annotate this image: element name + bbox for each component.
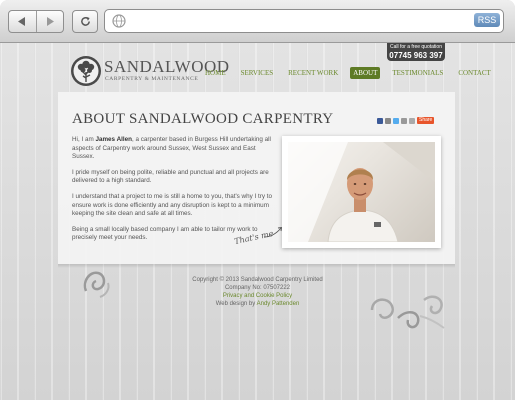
- intro-text: Hi, I am: [72, 136, 96, 143]
- twitter-icon[interactable]: [393, 117, 399, 124]
- company-number: Company No: 07507222: [224, 285, 291, 291]
- nav-recent-work[interactable]: RECENT WORK: [285, 67, 341, 79]
- main-nav: HOME SERVICES RECENT WORK ABOUT TESTIMON…: [202, 67, 503, 79]
- call-box[interactable]: Call for a free quotation 07745 963 397: [387, 43, 445, 61]
- forward-button[interactable]: [35, 11, 64, 32]
- nav-services[interactable]: SERVICES: [238, 67, 277, 79]
- copyright-text: Copyright © 2013 Sandalwood Carpentry Li…: [192, 277, 323, 283]
- print-icon[interactable]: [401, 117, 407, 124]
- browser-window: RSS Call for a free quotation 07745 963 …: [0, 0, 515, 400]
- reload-icon: [80, 16, 90, 26]
- paragraph-efficiency: I understand that a project to me is sti…: [72, 192, 273, 218]
- browser-toolbar: RSS: [0, 0, 515, 43]
- google-plus-icon[interactable]: [409, 117, 415, 124]
- share-button[interactable]: Share: [417, 117, 435, 124]
- facebook-icon[interactable]: [377, 117, 383, 124]
- tree-logo-icon[interactable]: [70, 55, 102, 87]
- globe-icon: [112, 14, 126, 28]
- web-design-credit: Web design by Andy Pattenden: [0, 300, 515, 308]
- call-label: Call for a free quotation: [390, 44, 442, 50]
- address-bar[interactable]: RSS: [104, 9, 504, 33]
- portrait-photo: [288, 142, 435, 242]
- page-title: ABOUT SANDALWOOD CARPENTRY: [72, 111, 334, 127]
- nav-about[interactable]: ABOUT: [350, 67, 381, 79]
- back-arrow-icon: [18, 17, 26, 26]
- nav-home[interactable]: HOME: [202, 67, 229, 79]
- photo-frame: [282, 136, 441, 248]
- forward-arrow-icon: [46, 17, 54, 26]
- footer: Copyright © 2013 Sandalwood Carpentry Li…: [0, 276, 515, 308]
- paragraph-intro: Hi, I am James Allen, a carpenter based …: [72, 136, 275, 162]
- share-bar: Share: [377, 117, 436, 124]
- logo-subtitle: CARPENTRY & MAINTENANCE: [105, 76, 199, 82]
- nav-contact[interactable]: CONTACT: [455, 67, 494, 79]
- privacy-link[interactable]: Privacy and Cookie Policy: [0, 292, 515, 300]
- designer-link[interactable]: Andy Pattenden: [257, 301, 300, 307]
- email-icon[interactable]: [385, 117, 391, 124]
- back-button[interactable]: [9, 11, 36, 32]
- about-text: Hi, I am James Allen, a carpenter based …: [72, 136, 275, 250]
- nav-button-group: [8, 10, 64, 33]
- web-page: Call for a free quotation 07745 963 397 …: [0, 43, 515, 400]
- paragraph-reliability: I pride myself on being polite, reliable…: [72, 168, 269, 185]
- phone-number[interactable]: 07745 963 397: [387, 51, 445, 60]
- design-credit-text: Web design by: [215, 301, 257, 307]
- owner-name: James Allen: [95, 136, 132, 143]
- rss-button[interactable]: RSS: [474, 13, 500, 27]
- content-shadow: [58, 264, 455, 268]
- nav-testimonials[interactable]: TESTIMONIALS: [389, 67, 446, 79]
- reload-button[interactable]: [72, 10, 98, 33]
- person-illustration: [288, 142, 435, 242]
